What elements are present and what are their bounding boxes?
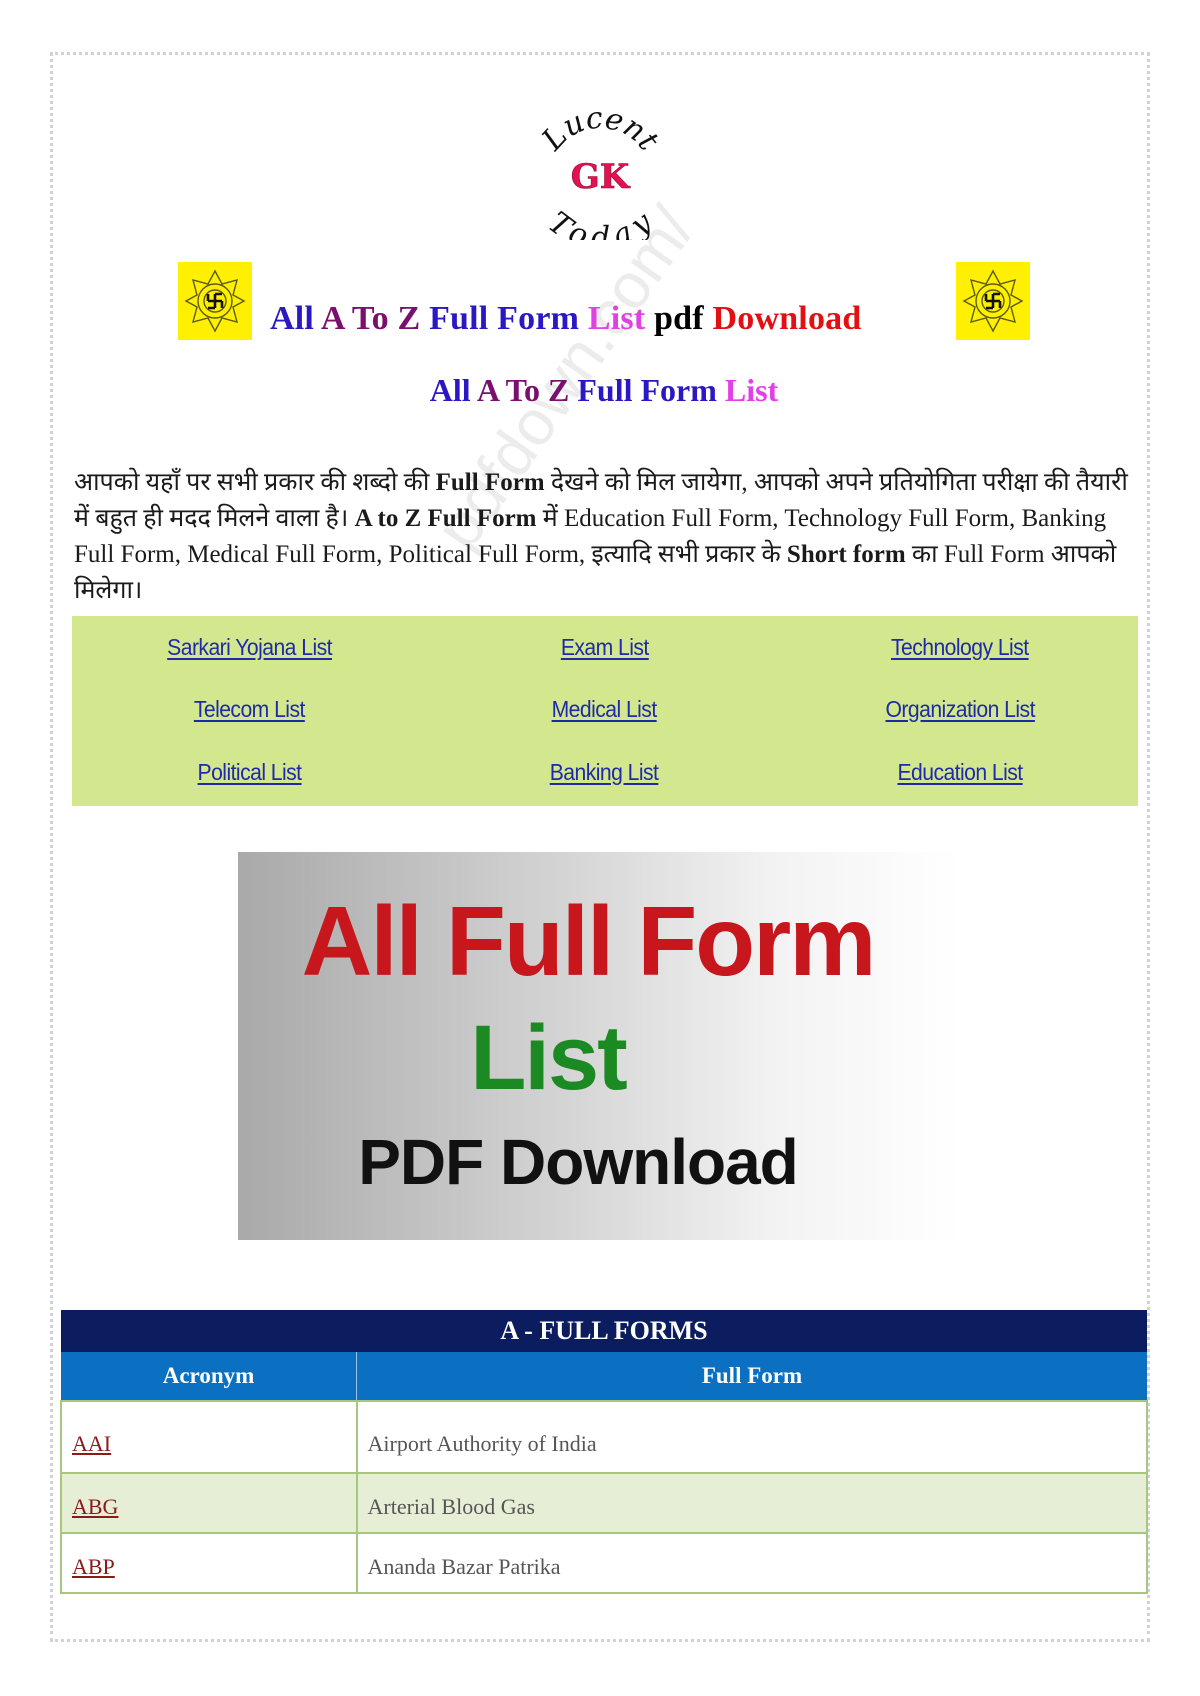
- link-banking-list[interactable]: Banking List: [550, 759, 659, 786]
- table-row: ABP Ananda Bazar Patrika: [60, 1532, 1148, 1594]
- subheading-word: Full Form: [577, 372, 717, 408]
- logo-graphic: Lucent GK Today: [535, 101, 666, 256]
- acronym-link[interactable]: ABG: [72, 1494, 118, 1519]
- acronym-cell: AAI: [60, 1400, 358, 1474]
- subheading-word: A To Z: [476, 372, 570, 408]
- link-political-list[interactable]: Political List: [197, 759, 302, 786]
- section-subheading: All A To Z Full Form List: [0, 372, 1200, 409]
- logo-middle-text: GK: [571, 157, 631, 197]
- link-education-list[interactable]: Education List: [897, 759, 1023, 786]
- full-form-cell: Airport Authority of India: [355, 1400, 1148, 1474]
- category-links-box: Sarkari Yojana List Exam List Technology…: [72, 616, 1138, 806]
- title-word: A To Z: [320, 300, 421, 337]
- title-word: Full Form: [429, 300, 580, 337]
- acronym-link[interactable]: ABP: [72, 1554, 115, 1579]
- link-telecom-list[interactable]: Telecom List: [194, 696, 306, 723]
- link-organization-list[interactable]: Organization List: [885, 696, 1035, 723]
- title-word: List: [587, 300, 646, 337]
- full-form-cell: Arterial Blood Gas: [355, 1472, 1148, 1534]
- logo-bottom-text: Today: [541, 204, 659, 240]
- table-title: A - FULL FORMS: [61, 1310, 1147, 1352]
- table-row: ABG Arterial Blood Gas: [60, 1472, 1148, 1534]
- acronym-link[interactable]: AAI: [72, 1431, 111, 1456]
- logo-top-text: Lucent: [535, 110, 666, 158]
- banner-line-1: All Full Form: [301, 886, 877, 996]
- column-header-acronym: Acronym: [61, 1352, 357, 1401]
- link-technology-list[interactable]: Technology List: [891, 634, 1029, 661]
- banner-line-2: List: [470, 1007, 628, 1109]
- title-word: Download: [712, 300, 862, 337]
- acronym-cell: ABP: [60, 1532, 358, 1594]
- intro-paragraph: आपको यहाँ पर सभी प्रकार की शब्दो की Full…: [74, 469, 1128, 604]
- main-heading-row: All A To Z Full Form List pdf Download: [0, 262, 1200, 344]
- a-full-forms-table: A - FULL FORMS Acronym Full Form AAI Air…: [60, 1310, 1148, 1594]
- full-form-cell: Ananda Bazar Patrika: [355, 1532, 1148, 1594]
- title-word: All: [270, 300, 315, 337]
- column-header-full-form: Full Form: [356, 1352, 1147, 1401]
- page-title: All A To Z Full Form List pdf Download: [270, 300, 861, 338]
- subheading-word: All: [429, 372, 471, 408]
- subheading-word: List: [724, 372, 779, 408]
- swastik-star-icon: [178, 262, 252, 340]
- acronym-cell: ABG: [60, 1472, 358, 1534]
- table-row: AAI Airport Authority of India: [60, 1400, 1148, 1474]
- banner-line-3: PDF Download: [358, 1126, 799, 1198]
- link-exam-list[interactable]: Exam List: [561, 634, 649, 661]
- title-word: pdf: [654, 300, 704, 337]
- lucent-gk-today-logo: Lucent GK Today: [530, 101, 670, 256]
- link-sarkari-yojana-list[interactable]: Sarkari Yojana List: [167, 634, 332, 661]
- link-medical-list[interactable]: Medical List: [552, 696, 658, 723]
- swastik-star-icon: [956, 262, 1030, 340]
- full-form-list-banner: All Full Form List PDF Download: [238, 852, 960, 1240]
